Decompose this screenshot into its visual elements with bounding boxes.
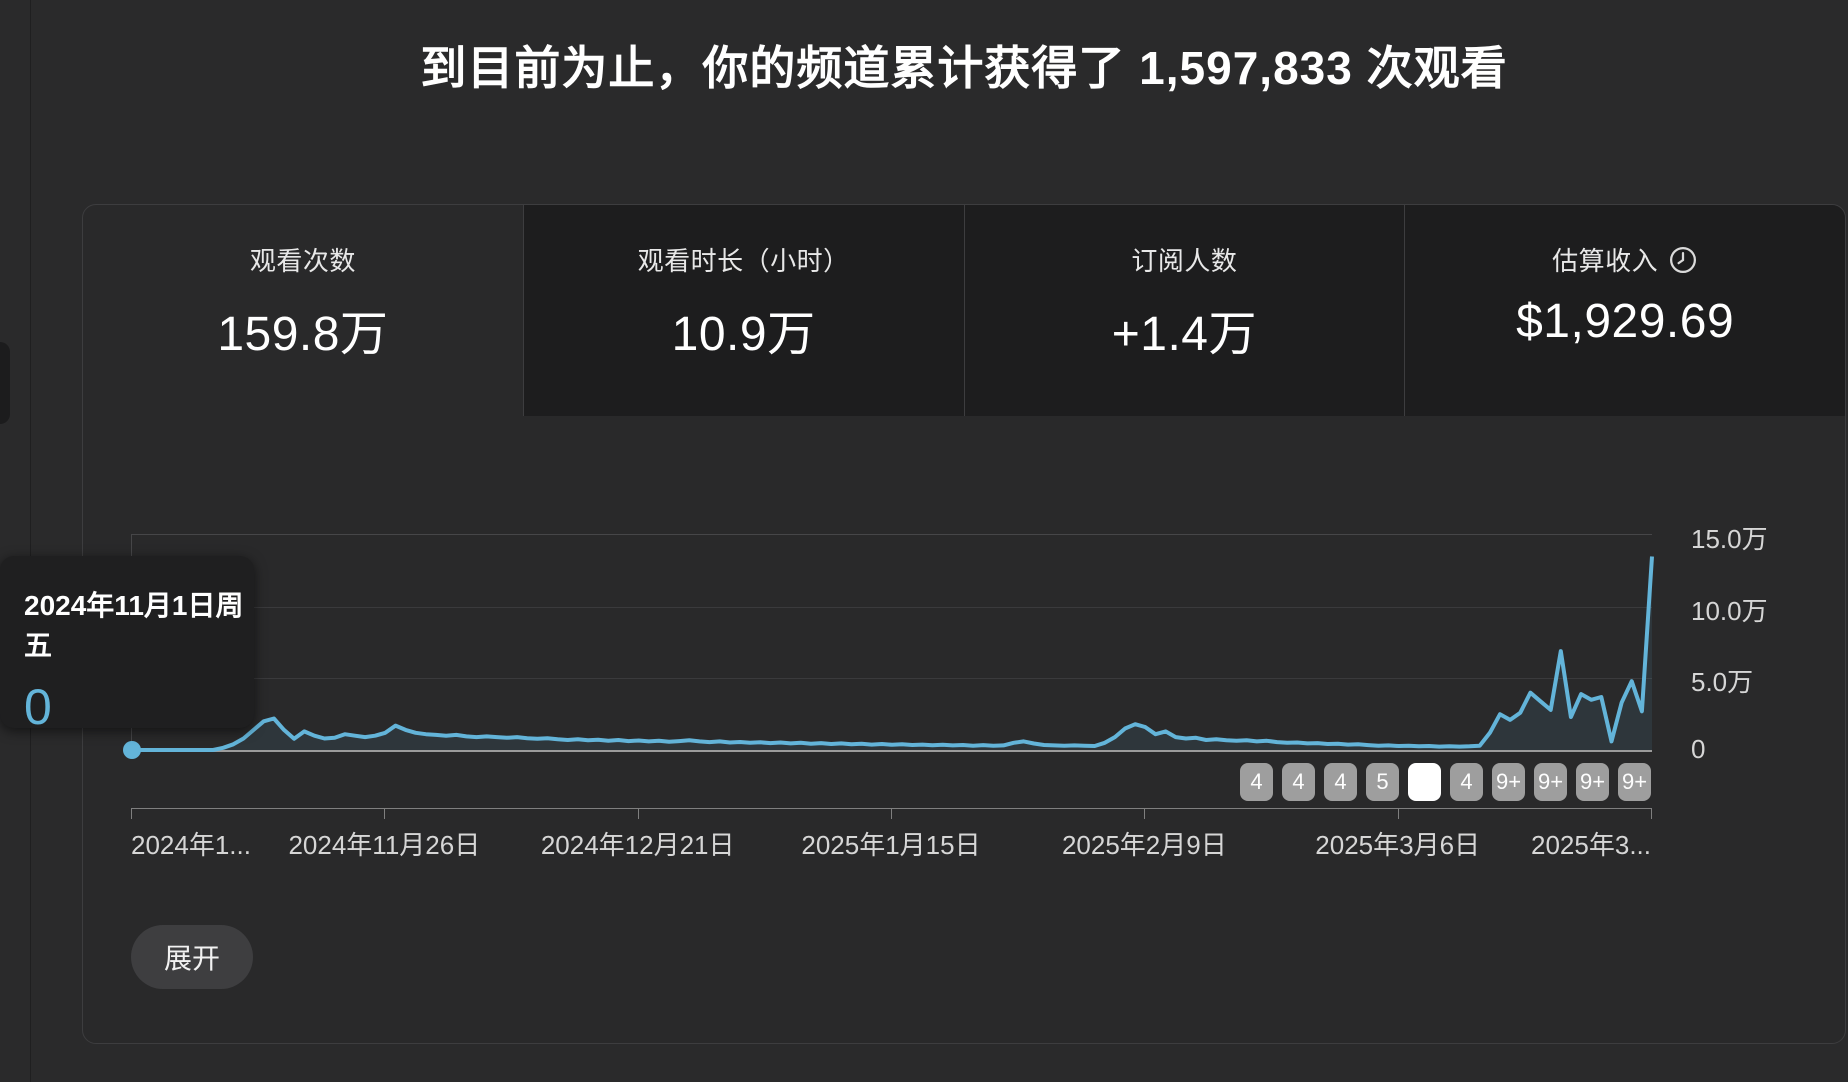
x-axis-tick <box>384 808 385 819</box>
video-badge[interactable]: 9+ <box>1492 763 1525 801</box>
video-badge[interactable]: 4 <box>1282 763 1315 801</box>
chart-tooltip: 2024年11月1日周五 0 <box>0 556 254 728</box>
x-axis-tick <box>1651 808 1652 819</box>
views-line-chart <box>132 535 1652 750</box>
y-axis-label: 10.0万 <box>1691 591 1768 628</box>
channel-analytics-page: 到目前为止，你的频道累计获得了 1,597,833 次观看 观看次数 159.8… <box>0 0 1848 1082</box>
tab-subscribers-label: 订阅人数 <box>1131 241 1237 278</box>
tooltip-date: 2024年11月1日周五 <box>24 584 254 664</box>
series-fill <box>132 557 1652 751</box>
clock-icon <box>1668 245 1698 275</box>
video-badges-row: 444549+9+9+9+ <box>1240 763 1651 801</box>
video-badge[interactable]: 4 <box>1324 763 1357 801</box>
x-axis-tick <box>638 808 639 819</box>
tab-estimated-revenue-value: $1,929.69 <box>1516 294 1734 349</box>
tab-estimated-revenue-label: 估算收入 <box>1552 241 1698 278</box>
page-title: 到目前为止，你的频道累计获得了 1,597,833 次观看 <box>82 32 1846 98</box>
background-seam <box>30 0 31 1082</box>
x-axis-label: 2025年3... <box>1531 825 1651 862</box>
video-badge[interactable]: 5 <box>1366 763 1399 801</box>
x-axis-tick <box>1144 808 1145 819</box>
tab-views[interactable]: 观看次数 159.8万 <box>83 205 523 416</box>
left-edge-notch <box>0 342 10 424</box>
y-axis-label: 0 <box>1691 734 1705 765</box>
views-line <box>132 557 1652 751</box>
tab-watch-time-label: 观看时长（小时） <box>638 241 850 278</box>
tab-estimated-revenue-text: 估算收入 <box>1552 241 1658 278</box>
x-axis-label: 2025年2月9日 <box>1062 825 1227 862</box>
x-axis-tick <box>891 808 892 819</box>
x-axis-label: 2025年1月15日 <box>801 825 980 862</box>
tab-estimated-revenue[interactable]: 估算收入 $1,929.69 <box>1404 205 1845 416</box>
x-axis-label: 2024年1... <box>131 825 251 862</box>
video-badge[interactable]: 9+ <box>1576 763 1609 801</box>
video-badge[interactable]: 4 <box>1240 763 1273 801</box>
video-badge[interactable]: 9+ <box>1618 763 1651 801</box>
tab-watch-time[interactable]: 观看时长（小时） 10.9万 <box>523 205 964 416</box>
expand-button[interactable]: 展开 <box>131 925 253 989</box>
x-axis-tick <box>1398 808 1399 819</box>
video-badge[interactable]: 4 <box>1450 763 1483 801</box>
tab-watch-time-value: 10.9万 <box>672 294 816 364</box>
tab-views-label: 观看次数 <box>250 241 356 278</box>
metric-tabs: 观看次数 159.8万 观看时长（小时） 10.9万 订阅人数 +1.4万 估算… <box>83 205 1845 416</box>
x-axis-label: 2024年11月26日 <box>288 825 480 862</box>
y-axis-label: 15.0万 <box>1691 519 1768 556</box>
y-axis-label: 5.0万 <box>1691 662 1753 699</box>
x-axis-tick <box>131 808 132 819</box>
x-axis-label: 2024年12月21日 <box>541 825 735 862</box>
video-badge[interactable]: 9+ <box>1534 763 1567 801</box>
video-badge-active[interactable] <box>1408 763 1441 801</box>
highlighted-data-point[interactable] <box>123 741 141 759</box>
chart-plot-area[interactable] <box>131 534 1652 752</box>
tab-subscribers[interactable]: 订阅人数 +1.4万 <box>964 205 1405 416</box>
x-axis-label: 2025年3月6日 <box>1315 825 1480 862</box>
tab-subscribers-value: +1.4万 <box>1112 294 1257 364</box>
tooltip-value: 0 <box>24 678 254 736</box>
analytics-card: 观看次数 159.8万 观看时长（小时） 10.9万 订阅人数 +1.4万 估算… <box>82 204 1846 1044</box>
tab-views-value: 159.8万 <box>217 294 388 364</box>
